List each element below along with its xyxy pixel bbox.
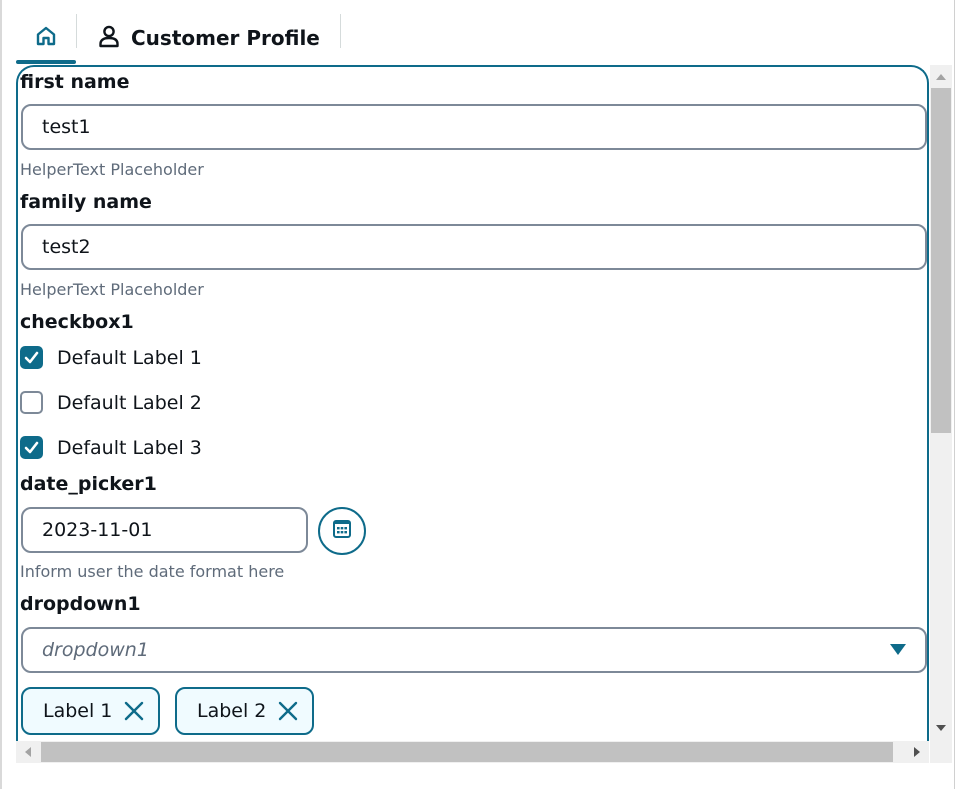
- arrow-left-icon: [24, 747, 31, 757]
- tab-divider: [339, 14, 341, 48]
- checkbox-1[interactable]: [20, 346, 43, 369]
- arrow-right-icon: [913, 747, 920, 757]
- user-icon: [97, 24, 121, 52]
- calendar-button[interactable]: [318, 507, 366, 555]
- checkbox-label-2: Default Label 2: [57, 391, 202, 414]
- window-left-edge: [0, 0, 2, 789]
- window-right-edge: [954, 0, 955, 789]
- home-icon: [35, 25, 57, 51]
- form-panel: first name test1 HelperText Placeholder …: [16, 65, 929, 741]
- checkbox-3[interactable]: [20, 436, 43, 459]
- calendar-icon: [332, 519, 352, 543]
- arrow-down-icon: [936, 724, 946, 731]
- checkbox-option-3[interactable]: Default Label 3: [20, 436, 202, 459]
- close-icon[interactable]: [278, 701, 298, 721]
- horizontal-scroll-thumb[interactable]: [41, 742, 893, 762]
- scroll-left-button[interactable]: [16, 741, 38, 763]
- caret-down-icon: [890, 639, 906, 661]
- checkbox-label-3: Default Label 3: [57, 436, 202, 459]
- vertical-scroll-thumb[interactable]: [931, 88, 951, 433]
- checkbox-label-1: Default Label 1: [57, 346, 202, 369]
- scroll-down-button[interactable]: [930, 717, 952, 739]
- arrow-up-icon: [936, 73, 946, 80]
- family-name-label: family name: [20, 191, 152, 213]
- scroll-right-button[interactable]: [906, 741, 928, 763]
- check-icon: [24, 441, 39, 454]
- token-label-2-text: Label 2: [197, 700, 267, 722]
- checkbox-2[interactable]: [20, 391, 43, 414]
- scroll-up-button[interactable]: [930, 65, 952, 87]
- checkbox-option-1[interactable]: Default Label 1: [20, 346, 202, 369]
- family-name-value: test2: [42, 236, 91, 258]
- scrollbar-corner: [930, 741, 952, 763]
- token-label-2: Label 2: [175, 687, 315, 735]
- first-name-value: test1: [42, 116, 91, 138]
- tab-customer-profile[interactable]: Customer Profile: [77, 12, 340, 64]
- first-name-label: first name: [20, 71, 130, 93]
- date-picker-label: date_picker1: [20, 473, 157, 495]
- date-helper: Inform user the date format here: [20, 562, 285, 581]
- family-name-input[interactable]: test2: [21, 224, 927, 270]
- date-value: 2023-11-01: [42, 519, 153, 541]
- checkbox1-label: checkbox1: [20, 311, 134, 333]
- tab-customer-profile-label: Customer Profile: [131, 26, 320, 50]
- token-label-1: Label 1: [21, 687, 161, 735]
- tab-home[interactable]: [16, 12, 76, 64]
- close-icon[interactable]: [124, 701, 144, 721]
- check-icon: [24, 351, 39, 364]
- first-name-input[interactable]: test1: [21, 104, 927, 150]
- date-input[interactable]: 2023-11-01: [21, 507, 308, 553]
- tab-bar: Customer Profile: [16, 12, 341, 64]
- dropdown-select[interactable]: dropdown1: [21, 627, 927, 673]
- dropdown-placeholder: dropdown1: [42, 639, 149, 661]
- family-name-helper: HelperText Placeholder: [20, 280, 204, 299]
- checkbox-option-2[interactable]: Default Label 2: [20, 391, 202, 414]
- token-label-1-text: Label 1: [43, 700, 113, 722]
- dropdown-label: dropdown1: [20, 593, 141, 615]
- first-name-helper: HelperText Placeholder: [20, 160, 204, 179]
